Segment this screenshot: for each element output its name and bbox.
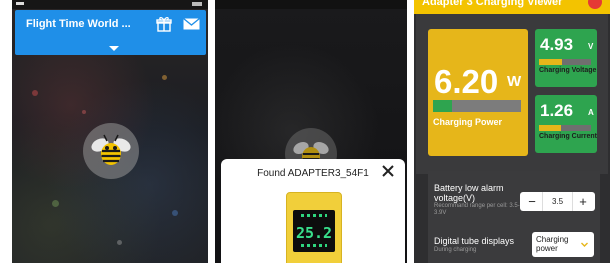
- increase-button[interactable]: +: [573, 192, 593, 211]
- voltage-level-fill: [539, 59, 563, 65]
- chevron-down-icon: [581, 242, 588, 247]
- current-unit: A: [588, 108, 594, 117]
- tube-display-select[interactable]: Charging power: [532, 232, 594, 257]
- notification-icon[interactable]: [192, 2, 202, 6]
- voltage-label: Charging Voltage: [539, 67, 597, 74]
- device-found-screen: Found ADAPTER3_54F1 25.2: [215, 0, 407, 263]
- tube-display-subtitle: During charging: [434, 247, 477, 253]
- close-icon[interactable]: [381, 164, 395, 178]
- device-display: 25.2: [293, 210, 335, 252]
- dialog-title: Found ADAPTER3_54F1: [257, 168, 369, 179]
- status-bar: [215, 0, 407, 9]
- charging-viewer-screen: Adapter 3 Charging Viewer 6.20 W Chargin…: [414, 0, 610, 263]
- gift-icon[interactable]: [156, 16, 172, 32]
- current-level-fill: [539, 125, 561, 131]
- power-level-fill: [433, 100, 453, 112]
- decrease-button[interactable]: −: [522, 192, 542, 211]
- display-indicator-row: [301, 214, 327, 217]
- connect-device-button[interactable]: [83, 123, 139, 179]
- charging-current-card: 1.26 A Charging Current: [535, 95, 597, 153]
- power-unit: W: [507, 73, 522, 90]
- alarm-off-icon[interactable]: [588, 0, 602, 9]
- banner-title[interactable]: Flight Time World ...: [26, 18, 131, 30]
- tube-display-title: Digital tube displays: [434, 236, 515, 246]
- app-header: Adapter 3 Charging Viewer: [414, 0, 610, 14]
- device-found-dialog: Found ADAPTER3_54F1 25.2: [221, 159, 405, 263]
- adapter-device-image[interactable]: 25.2: [286, 192, 342, 263]
- voltage-value: 4.93: [540, 35, 574, 54]
- power-label: Charging Power: [433, 117, 503, 127]
- tube-display-setting: Digital tube displays During charging Ch…: [428, 229, 600, 263]
- device-display-value: 25.2: [295, 224, 333, 242]
- power-value: 6.20: [434, 63, 499, 100]
- promo-banner[interactable]: Flight Time World ...: [15, 10, 206, 55]
- display-indicator-row: [301, 244, 327, 247]
- current-label: Charging Current: [539, 133, 597, 140]
- battery-alarm-title: Battery low alarm voltage(V): [434, 183, 504, 203]
- charging-power-card: 6.20 W Charging Power: [428, 29, 528, 156]
- voltage-unit: V: [588, 42, 594, 51]
- status-bar: [12, 0, 208, 9]
- power-level-bar: [433, 100, 521, 112]
- battery-alarm-setting: Battery low alarm voltage(V) Recommand r…: [428, 171, 600, 229]
- charging-voltage-card: 4.93 V Charging Voltage: [535, 29, 597, 87]
- home-screen: Flight Time World ...: [12, 0, 208, 263]
- battery-alarm-subtitle: Recommand range per cell: 3.5-3.9V: [434, 203, 520, 216]
- mail-icon[interactable]: [183, 18, 200, 30]
- voltage-level-bar: [539, 59, 591, 65]
- menu-icon[interactable]: [16, 2, 24, 5]
- bee-logo-icon: [91, 134, 131, 165]
- tube-display-selected: Charging power: [536, 235, 569, 253]
- current-level-bar: [539, 125, 591, 131]
- caret-down-icon[interactable]: [109, 46, 119, 51]
- page-title: Adapter 3 Charging Viewer: [422, 0, 563, 8]
- current-value: 1.26: [540, 101, 574, 120]
- alarm-voltage-value[interactable]: 3.5: [542, 192, 573, 211]
- alarm-voltage-stepper: − 3.5 +: [520, 192, 595, 211]
